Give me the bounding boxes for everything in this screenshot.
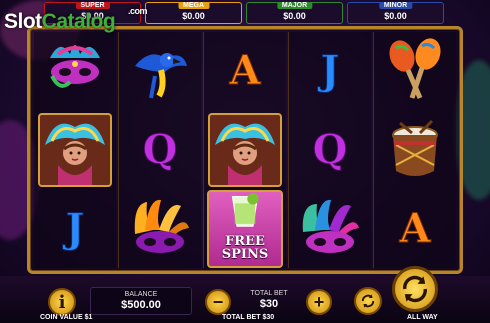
decrease-bet-button[interactable]: − bbox=[205, 289, 231, 315]
maracas-icon bbox=[389, 38, 441, 99]
symbol-carnival-dancer bbox=[204, 111, 286, 188]
jackpot-mega: MEGA $0.00 bbox=[145, 2, 242, 24]
symbol-q: Q bbox=[289, 111, 371, 188]
jackpot-major-label: MAJOR bbox=[276, 2, 313, 9]
autoplay-icon bbox=[361, 294, 375, 308]
jackpot-mega-value: $0.00 bbox=[182, 11, 205, 21]
letter-a: A bbox=[399, 205, 431, 253]
carnival-mask-icon bbox=[50, 44, 100, 88]
reel-1: J bbox=[34, 32, 116, 268]
jackpot-minor-value: $0.00 bbox=[384, 11, 407, 21]
total-bet-value: $30 bbox=[259, 298, 279, 310]
total-bet-footer: TOTAL BET $30 bbox=[222, 314, 275, 321]
spin-button[interactable] bbox=[392, 266, 438, 312]
watermark: SlotCatalog .com bbox=[4, 6, 148, 34]
dancer-frame bbox=[38, 112, 112, 187]
carnival-dancer-icon bbox=[215, 123, 275, 185]
total-bet-display: TOTAL BET $30 bbox=[236, 287, 302, 315]
symbol-j: J bbox=[289, 32, 371, 109]
all-way-label: ALL WAY bbox=[407, 314, 438, 321]
feather-mask-icon bbox=[302, 200, 359, 254]
feather-mask-icon bbox=[134, 200, 189, 254]
letter-j: J bbox=[320, 46, 340, 94]
letter-j: J bbox=[65, 205, 85, 253]
symbol-a: A bbox=[374, 191, 456, 268]
increase-bet-button[interactable]: + bbox=[306, 289, 332, 315]
cocktail-icon bbox=[231, 193, 259, 227]
watermark-com: .com bbox=[128, 6, 148, 16]
reels: J Q A FREE SPINS J Q A bbox=[34, 32, 456, 268]
drum-icon bbox=[392, 119, 438, 176]
info-button[interactable]: i bbox=[48, 288, 76, 316]
symbol-free-spins: FREE SPINS bbox=[204, 190, 286, 268]
coin-value-label: COIN VALUE $1 bbox=[40, 314, 93, 321]
jackpot-major-value: $0.00 bbox=[283, 11, 306, 21]
symbol-feather-mask bbox=[119, 191, 201, 268]
free-spins-symbol: FREE SPINS bbox=[207, 190, 283, 268]
total-bet-label: TOTAL BET bbox=[250, 290, 288, 297]
balance-label: BALANCE bbox=[124, 291, 158, 298]
jackpot-major: MAJOR $0.00 bbox=[246, 2, 343, 24]
balance-value: $500.00 bbox=[121, 299, 161, 311]
symbol-j: J bbox=[34, 191, 116, 268]
letter-q: Q bbox=[142, 125, 178, 173]
letter-q: Q bbox=[312, 125, 348, 173]
jackpot-super-label: SUPER bbox=[75, 2, 110, 9]
autoplay-button[interactable] bbox=[354, 287, 382, 315]
letter-a: A bbox=[229, 46, 261, 94]
dancer-frame bbox=[208, 112, 282, 187]
symbol-q: Q bbox=[119, 111, 201, 188]
reel-4: J Q bbox=[288, 32, 371, 268]
reel-frame: J Q A FREE SPINS J Q A bbox=[27, 26, 463, 274]
symbol-carnival-mask bbox=[34, 32, 116, 109]
reel-3: A FREE SPINS bbox=[203, 32, 286, 268]
symbol-maracas bbox=[374, 32, 456, 109]
jackpot-minor: MINOR $0.00 bbox=[347, 2, 444, 24]
symbol-a: A bbox=[204, 32, 286, 109]
jackpot-mega-label: MEGA bbox=[178, 2, 209, 9]
watermark-catalog: Catalog bbox=[41, 10, 116, 33]
symbol-carnival-dancer bbox=[34, 111, 116, 188]
reel-5: A bbox=[373, 32, 456, 268]
symbol-parrot bbox=[119, 32, 201, 109]
reel-2: Q bbox=[118, 32, 201, 268]
carnival-dancer-icon bbox=[45, 123, 105, 185]
jackpot-minor-label: MINOR bbox=[378, 2, 413, 9]
parrot-icon bbox=[135, 52, 187, 99]
watermark-slot: Slot bbox=[4, 10, 42, 33]
symbol-drum bbox=[374, 111, 456, 188]
balance-display: BALANCE $500.00 bbox=[90, 287, 192, 315]
symbol-feather-mask bbox=[289, 191, 371, 268]
free-spins-line2: SPINS bbox=[221, 247, 269, 263]
spin-icon bbox=[403, 275, 427, 303]
